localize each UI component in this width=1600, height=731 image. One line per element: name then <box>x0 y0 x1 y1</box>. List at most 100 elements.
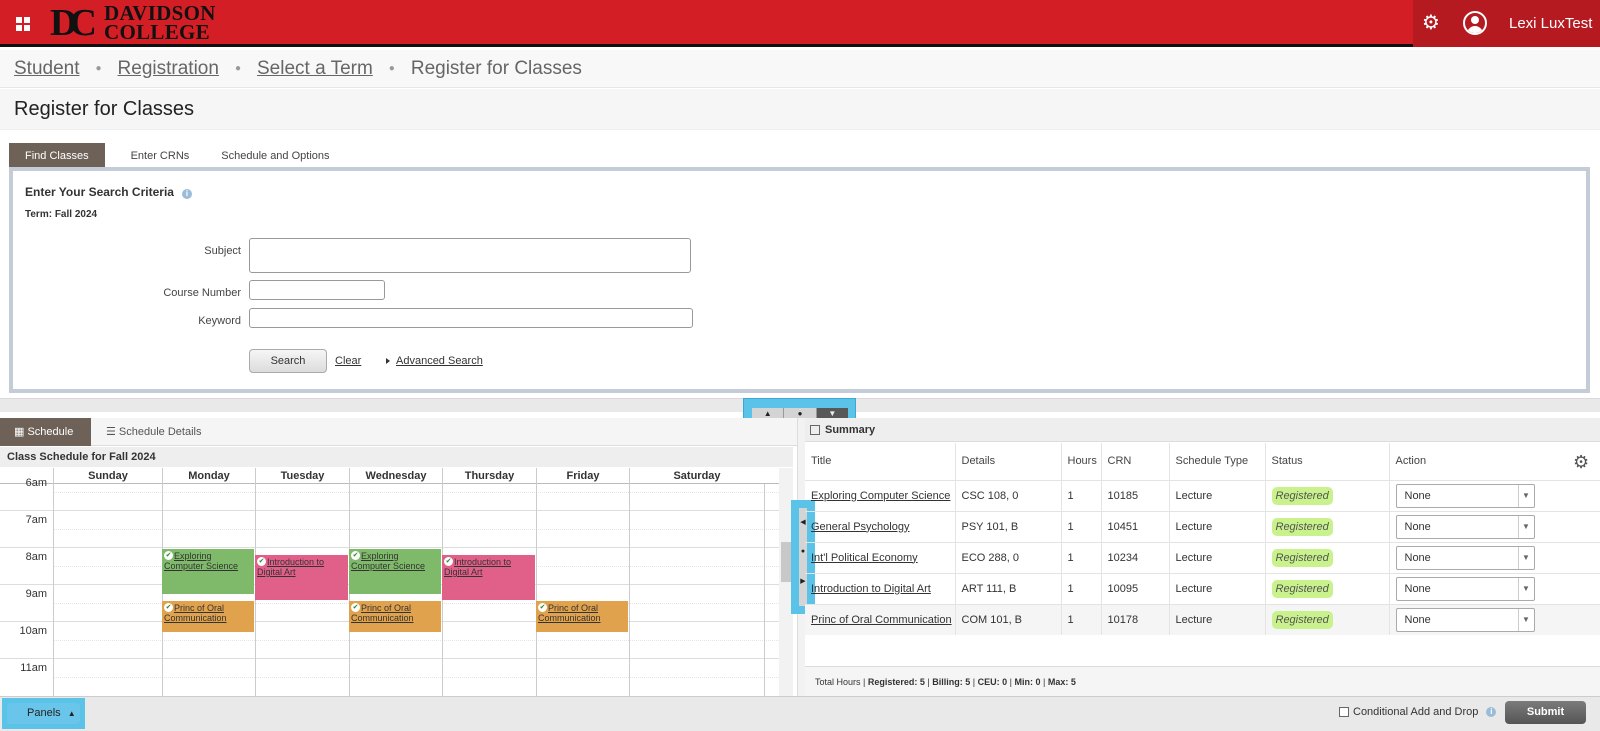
event-oral-comm-friday[interactable]: ✔ Princ of Oral Communication <box>536 601 628 632</box>
course-hours: 1 <box>1061 572 1102 604</box>
col-details[interactable]: Details <box>955 443 1062 480</box>
top-header: DC DAVIDSON COLLEGE ⚙ Lexi LuxTest <box>0 0 1600 47</box>
clear-link[interactable]: Clear <box>335 355 361 367</box>
course-crn: 10095 <box>1101 572 1170 604</box>
action-select[interactable]: None ▼ <box>1395 483 1535 508</box>
col-action[interactable]: Action <box>1389 443 1600 480</box>
course-details: CSC 108, 0 <box>955 479 1062 511</box>
college-logo[interactable]: DC DAVIDSON COLLEGE <box>50 3 216 44</box>
event-oral-comm-wednesday[interactable]: ✔ Princ of Oral Communication <box>349 601 441 632</box>
action-select[interactable]: None ▼ <box>1395 545 1535 570</box>
chevron-down-icon: ▼ <box>1517 577 1534 600</box>
subject-input[interactable] <box>249 238 691 273</box>
advanced-search-link[interactable]: Advanced Search <box>396 355 483 367</box>
action-select[interactable]: None ▼ <box>1395 576 1535 601</box>
course-title-link[interactable]: Int'l Political Economy <box>811 552 918 564</box>
course-title-link[interactable]: Introduction to Digital Art <box>811 583 931 595</box>
breadcrumb-current: Register for Classes <box>410 57 582 79</box>
col-schedule-type[interactable]: Schedule Type <box>1169 443 1266 480</box>
weekly-calendar: Sunday Monday Tuesday Wednesday Thursday… <box>0 468 779 696</box>
check-icon: ✔ <box>257 557 266 566</box>
caret-up-icon: ▲ <box>67 709 76 718</box>
tab-enter-crns[interactable]: Enter CRNs <box>105 143 206 167</box>
check-icon: ✔ <box>351 603 360 612</box>
tab-schedule-options[interactable]: Schedule and Options <box>205 143 345 167</box>
calendar-header: Sunday Monday Tuesday Wednesday Thursday… <box>0 468 779 484</box>
breadcrumb-separator: ● <box>95 63 102 74</box>
table-row: Int'l Political Economy ECO 288, 0 1 102… <box>805 541 1600 573</box>
col-status[interactable]: Status <box>1265 443 1390 480</box>
day-thursday: Thursday <box>442 468 536 484</box>
status-badge: Registered <box>1271 486 1333 505</box>
expand-triangle-icon <box>386 358 390 364</box>
col-hours[interactable]: Hours <box>1061 443 1102 480</box>
user-name[interactable]: Lexi LuxTest <box>1509 15 1592 32</box>
status-badge: Registered <box>1271 517 1333 536</box>
course-title-link[interactable]: Princ of Oral Communication <box>811 614 952 626</box>
chevron-down-icon: ▼ <box>1517 608 1534 631</box>
course-title-link[interactable]: General Psychology <box>811 521 909 533</box>
time-10am: 10am <box>19 625 47 637</box>
day-wednesday: Wednesday <box>349 468 442 484</box>
table-row: Exploring Computer Science CSC 108, 0 1 … <box>805 479 1600 511</box>
table-settings-gear-icon[interactable]: ⚙ <box>1573 452 1589 473</box>
status-badge: Registered <box>1271 610 1333 629</box>
schedule-tabs: ▦ Schedule ☰ Schedule Details <box>0 418 797 446</box>
list-icon: ☰ <box>106 426 119 438</box>
breadcrumb-registration[interactable]: Registration <box>118 58 219 80</box>
time-6am: 6am <box>25 477 47 489</box>
title-bar <box>0 89 1600 130</box>
breadcrumb-separator: ● <box>388 63 395 74</box>
settings-gear-icon[interactable]: ⚙ <box>1421 13 1441 33</box>
course-crn: 10234 <box>1101 541 1170 573</box>
event-exploring-cs-monday[interactable]: ✔ Exploring Computer Science <box>162 549 254 594</box>
conditional-checkbox[interactable] <box>1339 707 1349 717</box>
search-panel: Enter Your Search Criteria i Term: Fall 2… <box>9 167 1590 393</box>
day-saturday: Saturday <box>629 468 764 484</box>
course-title-link[interactable]: Exploring Computer Science <box>811 490 950 502</box>
course-number-input[interactable] <box>249 280 385 300</box>
tab-schedule-details[interactable]: ☰ Schedule Details <box>106 418 201 446</box>
course-number-label: Course Number <box>163 287 241 299</box>
scrollbar-thumb[interactable] <box>781 542 791 582</box>
info-icon[interactable]: i <box>181 189 192 199</box>
breadcrumb-student[interactable]: Student <box>14 58 80 80</box>
course-type: Lecture <box>1169 479 1266 511</box>
user-avatar-icon[interactable] <box>1463 11 1487 35</box>
app-grid-icon[interactable] <box>16 17 30 31</box>
action-select[interactable]: None ▼ <box>1395 514 1535 539</box>
register-tabs: Find Classes Enter CRNs Schedule and Opt… <box>9 143 346 167</box>
day-divider <box>629 484 630 696</box>
col-title[interactable]: Title <box>805 443 956 480</box>
check-icon: ✔ <box>538 603 547 612</box>
action-select[interactable]: None ▼ <box>1395 607 1535 632</box>
submit-button[interactable]: Submit <box>1505 701 1586 724</box>
event-digital-art-thursday[interactable]: ✔ Introduction to Digital Art <box>442 555 535 600</box>
tab-schedule[interactable]: ▦ Schedule <box>0 418 91 446</box>
table-row: General Psychology PSY 101, B 1 10451 Le… <box>805 510 1600 542</box>
breadcrumb-separator: ● <box>234 63 241 74</box>
event-exploring-cs-wednesday[interactable]: ✔ Exploring Computer Science <box>349 549 441 594</box>
info-icon[interactable]: i <box>1486 707 1497 717</box>
panels-toggle[interactable]: Panels ▲ <box>7 703 80 724</box>
check-icon: ✔ <box>164 603 173 612</box>
breadcrumb-select-term[interactable]: Select a Term <box>257 58 373 80</box>
search-button[interactable]: Search <box>249 349 327 373</box>
conditional-add-drop: Conditional Add and Drop i <box>1339 706 1497 718</box>
event-oral-comm-monday[interactable]: ✔ Princ of Oral Communication <box>162 601 254 632</box>
chevron-down-icon: ▼ <box>1517 515 1534 538</box>
day-sunday: Sunday <box>53 468 162 484</box>
event-digital-art-tuesday[interactable]: ✔ Introduction to Digital Art <box>255 555 348 600</box>
course-crn: 10185 <box>1101 479 1170 511</box>
breadcrumb: Student ● Registration ● Select a Term ●… <box>0 50 1600 88</box>
day-tuesday: Tuesday <box>255 468 349 484</box>
page-title: Register for Classes <box>14 98 195 120</box>
chevron-down-icon: ▼ <box>1517 484 1534 507</box>
tab-find-classes[interactable]: Find Classes <box>9 143 105 167</box>
course-details: COM 101, B <box>955 603 1062 635</box>
course-type: Lecture <box>1169 603 1266 635</box>
hour-line <box>0 510 779 511</box>
day-monday: Monday <box>162 468 255 484</box>
keyword-input[interactable] <box>249 308 693 328</box>
col-crn[interactable]: CRN <box>1101 443 1170 480</box>
